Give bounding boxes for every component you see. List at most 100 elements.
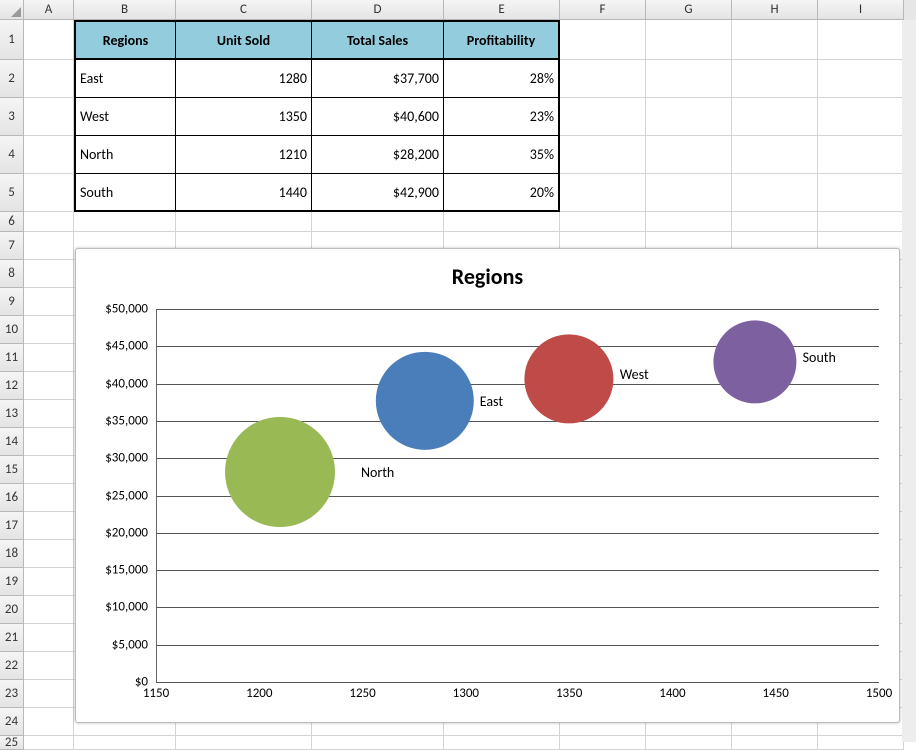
cell[interactable]	[24, 596, 74, 624]
cell[interactable]	[24, 344, 74, 372]
cell[interactable]	[176, 736, 312, 750]
row-header[interactable]: 2	[0, 60, 24, 98]
cell[interactable]	[732, 736, 818, 750]
cell[interactable]	[24, 540, 74, 568]
column-header[interactable]: G	[646, 0, 732, 20]
cell[interactable]	[24, 136, 74, 174]
cell[interactable]	[646, 20, 732, 60]
cell[interactable]	[24, 708, 74, 736]
column-header[interactable]: D	[312, 0, 444, 20]
cell[interactable]	[732, 60, 818, 98]
cell[interactable]	[444, 736, 560, 750]
cell[interactable]	[560, 736, 646, 750]
cell[interactable]	[74, 736, 176, 750]
cell[interactable]	[24, 428, 74, 456]
table-data-cell[interactable]: $28,200	[312, 136, 444, 174]
row-header[interactable]: 25	[0, 736, 24, 750]
table-header-cell[interactable]: Regions	[74, 20, 176, 60]
cell[interactable]	[24, 232, 74, 260]
chart-bubble[interactable]	[225, 417, 335, 527]
chart-bubble[interactable]	[375, 352, 473, 450]
column-header[interactable]: E	[444, 0, 560, 20]
cell[interactable]	[646, 136, 732, 174]
table-data-cell[interactable]: East	[74, 60, 176, 98]
cell[interactable]	[24, 212, 74, 232]
cell[interactable]	[24, 400, 74, 428]
row-header[interactable]: 5	[0, 174, 24, 212]
cell[interactable]	[312, 212, 444, 232]
cell[interactable]	[646, 212, 732, 232]
cell[interactable]	[24, 736, 74, 750]
cell[interactable]	[24, 680, 74, 708]
row-header[interactable]: 15	[0, 456, 24, 484]
chart-data-label[interactable]: East	[480, 393, 503, 410]
row-header[interactable]: 16	[0, 484, 24, 512]
cell[interactable]	[818, 20, 904, 60]
cell[interactable]	[560, 20, 646, 60]
table-data-cell[interactable]: West	[74, 98, 176, 136]
cell[interactable]	[24, 20, 74, 60]
chart-data-label[interactable]: South	[803, 349, 836, 366]
table-data-cell[interactable]: 35%	[444, 136, 560, 174]
cell[interactable]	[24, 316, 74, 344]
row-header[interactable]: 12	[0, 372, 24, 400]
cell[interactable]	[560, 98, 646, 136]
cell[interactable]	[732, 174, 818, 212]
row-header[interactable]: 8	[0, 260, 24, 288]
row-header[interactable]: 18	[0, 540, 24, 568]
cell[interactable]	[560, 174, 646, 212]
cell[interactable]	[818, 60, 904, 98]
column-header[interactable]: F	[560, 0, 646, 20]
table-data-cell[interactable]: $37,700	[312, 60, 444, 98]
row-header[interactable]: 21	[0, 624, 24, 652]
cell[interactable]	[444, 212, 560, 232]
chart-data-label[interactable]: North	[361, 464, 394, 481]
cell[interactable]	[646, 60, 732, 98]
cell[interactable]	[560, 136, 646, 174]
table-data-cell[interactable]: 1350	[176, 98, 312, 136]
cell[interactable]	[818, 136, 904, 174]
cell[interactable]	[24, 260, 74, 288]
row-header[interactable]: 13	[0, 400, 24, 428]
table-data-cell[interactable]: 1440	[176, 174, 312, 212]
row-header[interactable]: 6	[0, 212, 24, 232]
row-header[interactable]: 3	[0, 98, 24, 136]
cell[interactable]	[24, 372, 74, 400]
cell[interactable]	[818, 98, 904, 136]
cell[interactable]	[24, 568, 74, 596]
row-header[interactable]: 24	[0, 708, 24, 736]
row-header[interactable]: 10	[0, 316, 24, 344]
cell[interactable]	[24, 98, 74, 136]
table-header-cell[interactable]: Unit Sold	[176, 20, 312, 60]
cell[interactable]	[24, 60, 74, 98]
row-header[interactable]: 22	[0, 652, 24, 680]
chart-title[interactable]: Regions	[76, 263, 899, 290]
table-data-cell[interactable]: 23%	[444, 98, 560, 136]
row-header[interactable]: 19	[0, 568, 24, 596]
cell[interactable]	[176, 212, 312, 232]
table-data-cell[interactable]: 20%	[444, 174, 560, 212]
cell[interactable]	[24, 512, 74, 540]
row-header[interactable]: 9	[0, 288, 24, 316]
cell[interactable]	[24, 652, 74, 680]
cell[interactable]	[74, 212, 176, 232]
cell[interactable]	[24, 288, 74, 316]
row-header[interactable]: 23	[0, 680, 24, 708]
cell[interactable]	[732, 98, 818, 136]
cell[interactable]	[818, 736, 904, 750]
cell[interactable]	[818, 212, 904, 232]
table-header-cell[interactable]: Total Sales	[312, 20, 444, 60]
column-header[interactable]: B	[74, 0, 176, 20]
column-header[interactable]: H	[732, 0, 818, 20]
table-data-cell[interactable]: South	[74, 174, 176, 212]
table-data-cell[interactable]: 1210	[176, 136, 312, 174]
vertical-scrollbar[interactable]	[902, 20, 916, 742]
table-data-cell[interactable]: $40,600	[312, 98, 444, 136]
cell[interactable]	[24, 174, 74, 212]
row-header[interactable]: 14	[0, 428, 24, 456]
column-header[interactable]: A	[24, 0, 74, 20]
select-all-corner[interactable]	[0, 0, 24, 20]
embedded-chart[interactable]: Regions $0$5,000$10,000$15,000$20,000$25…	[75, 248, 900, 723]
row-header[interactable]: 1	[0, 20, 24, 60]
table-data-cell[interactable]: $42,900	[312, 174, 444, 212]
